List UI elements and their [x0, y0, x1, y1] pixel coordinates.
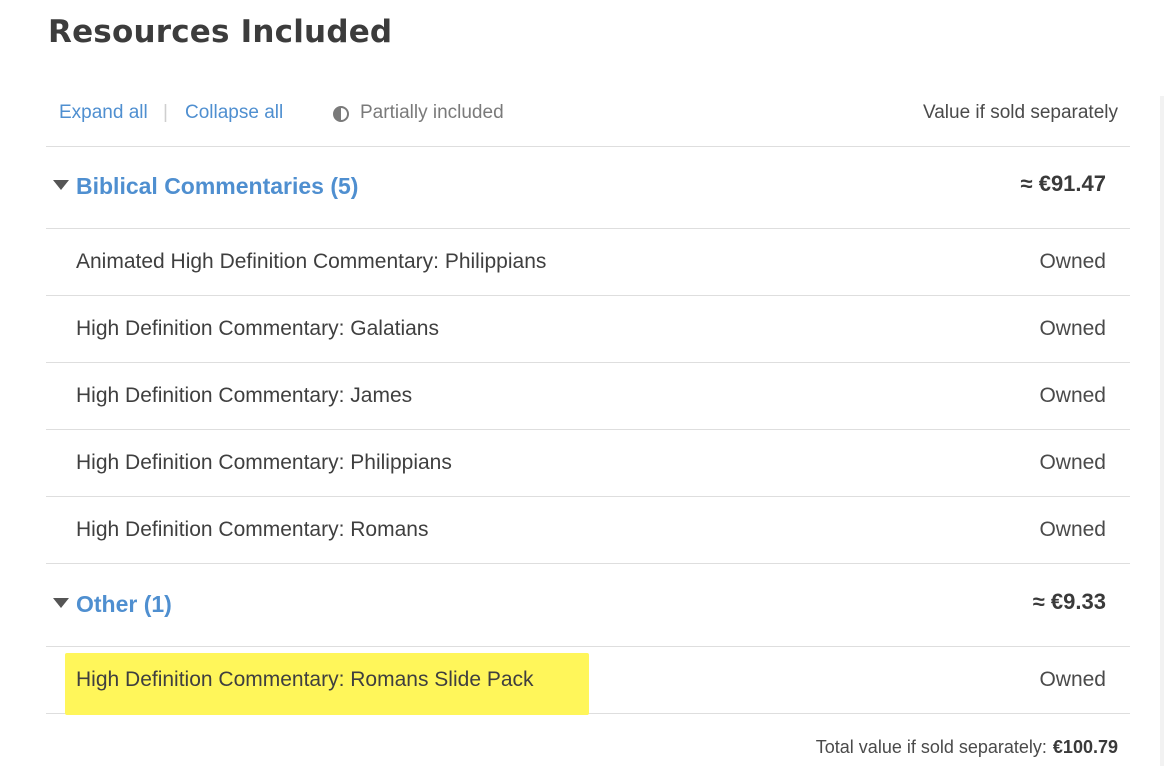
group-title[interactable]: Biblical Commentaries (5): [76, 173, 358, 200]
resource-row: High Definition Commentary: Philippians …: [46, 430, 1130, 497]
partially-included-label: Partially included: [360, 102, 504, 123]
group-header-biblical-commentaries[interactable]: Biblical Commentaries (5) ≈ €91.47: [46, 147, 1130, 229]
triangle-down-icon[interactable]: [53, 598, 69, 608]
collapse-all-link[interactable]: Collapse all: [185, 102, 283, 124]
scrollbar-track[interactable]: [1160, 96, 1164, 766]
total-amount: €100.79: [1052, 737, 1118, 757]
resource-title[interactable]: High Definition Commentary: Philippians: [76, 451, 452, 475]
resources-toolbar: Expand all | Collapse all Partially incl…: [46, 90, 1130, 147]
resource-status: Owned: [1039, 250, 1106, 273]
partially-included-legend: Partially included: [332, 102, 504, 124]
resource-status: Owned: [1039, 384, 1106, 407]
resource-title[interactable]: High Definition Commentary: Romans Slide…: [76, 668, 534, 692]
value-column-header: Value if sold separately: [922, 102, 1118, 123]
resource-title[interactable]: High Definition Commentary: Romans: [76, 518, 428, 542]
group-price: ≈ €9.33: [1032, 589, 1106, 614]
resources-included-panel: Resources Included Expand all | Collapse…: [0, 0, 1164, 766]
resource-status: Owned: [1039, 668, 1106, 691]
group-title[interactable]: Other (1): [76, 591, 172, 618]
resource-status: Owned: [1039, 451, 1106, 474]
group-price: ≈ €91.47: [1020, 171, 1106, 196]
triangle-down-icon[interactable]: [53, 180, 69, 190]
resource-status: Owned: [1039, 317, 1106, 340]
resource-status: Owned: [1039, 518, 1106, 541]
resource-row: High Definition Commentary: Galatians Ow…: [46, 296, 1130, 363]
resource-row: High Definition Commentary: Romans Owned: [46, 497, 1130, 564]
toolbar-separator: |: [163, 102, 168, 123]
resource-title[interactable]: Animated High Definition Commentary: Phi…: [76, 250, 546, 274]
page-title: Resources Included: [48, 14, 393, 50]
resource-row: Animated High Definition Commentary: Phi…: [46, 229, 1130, 296]
expand-all-link[interactable]: Expand all: [59, 102, 148, 124]
total-value: Total value if sold separately: €100.79: [816, 737, 1118, 758]
total-label: Total value if sold separately:: [815, 737, 1047, 757]
resource-row: High Definition Commentary: James Owned: [46, 363, 1130, 430]
half-filled-circle-icon: [333, 105, 349, 122]
group-header-other[interactable]: Other (1) ≈ €9.33: [46, 565, 1130, 647]
resource-title[interactable]: High Definition Commentary: Galatians: [76, 317, 439, 341]
resource-title[interactable]: High Definition Commentary: James: [76, 384, 412, 408]
resource-row-highlighted: High Definition Commentary: Romans Slide…: [46, 647, 1130, 715]
